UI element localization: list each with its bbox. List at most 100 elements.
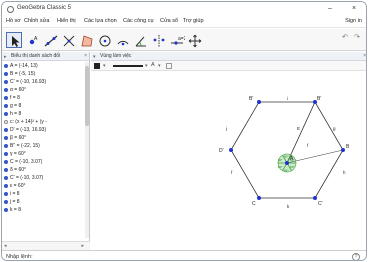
algebra-row[interactable]: γ = 60°: [2, 150, 86, 158]
visibility-toggle-icon[interactable]: [4, 104, 8, 108]
algebra-row[interactable]: h = 8: [2, 110, 86, 118]
graphics-panel-title: Vùng làm việc: [100, 53, 132, 59]
vertex-point: [313, 196, 317, 200]
visibility-toggle-icon[interactable]: [4, 80, 8, 84]
visibility-toggle-icon[interactable]: [4, 160, 8, 164]
edge-label: j: [225, 126, 227, 131]
algebra-row[interactable]: g = 8: [2, 102, 86, 110]
algebra-row[interactable]: C' = (-10, 3.07): [2, 174, 86, 182]
algebra-row-text: k = 8: [10, 207, 21, 213]
scroll-right-icon[interactable]: ▸: [81, 243, 84, 249]
algebra-row[interactable]: B = (-5, 15): [2, 70, 86, 78]
visibility-toggle-icon[interactable]: [4, 120, 8, 124]
close-panel-icon[interactable]: ×: [363, 53, 366, 59]
sign-in-link[interactable]: Sign in: [345, 18, 362, 24]
vertex-point: [257, 196, 261, 200]
inner-label: E: [297, 126, 300, 131]
visibility-toggle-icon[interactable]: [4, 176, 8, 180]
slider-tool-icon[interactable]: a=2: [168, 32, 185, 48]
algebra-panel-header: ▸ Biểu thị danh sách đối ×: [2, 52, 89, 61]
chevron-down-icon[interactable]: ▾: [103, 63, 106, 69]
algebra-row-text: C' = (-10, 3.07): [10, 175, 44, 181]
algebra-row-text: C = (-10, 3.07): [10, 159, 43, 165]
visibility-toggle-icon[interactable]: [4, 64, 8, 68]
menu-options[interactable]: Các lựa chọn: [84, 18, 117, 24]
chevron-down-icon[interactable]: ▾: [158, 63, 161, 69]
move-graphics-tool-icon[interactable]: [186, 32, 202, 48]
reflect-tool-icon[interactable]: [150, 32, 166, 48]
algebra-row[interactable]: c: (x + 14)² + (y -: [2, 118, 86, 126]
algebra-row[interactable]: i = 8: [2, 190, 86, 198]
algebra-row-text: A = (-14, 13): [10, 63, 38, 69]
algebra-row-text: ε = 60°: [10, 183, 26, 189]
command-input[interactable]: [29, 253, 339, 260]
undo-icon[interactable]: ↶: [342, 33, 348, 41]
visibility-toggle-icon[interactable]: [4, 208, 8, 212]
visibility-toggle-icon[interactable]: [4, 112, 8, 116]
visibility-toggle-icon[interactable]: [4, 96, 8, 100]
algebra-scrollbar[interactable]: [85, 62, 89, 238]
algebra-row[interactable]: α = 60°: [2, 86, 86, 94]
visibility-toggle-icon[interactable]: [4, 144, 8, 148]
close-button[interactable]: ×: [348, 4, 360, 14]
algebra-row[interactable]: B'' = (-22, 15): [2, 142, 86, 150]
algebra-row[interactable]: C = (-10, 3.07): [2, 158, 86, 166]
geogebra-logo-icon: [7, 6, 14, 13]
label-style-button[interactable]: A: [151, 62, 155, 68]
algebra-row[interactable]: C' = (-10, 16.93): [2, 78, 86, 86]
scroll-left-icon[interactable]: ◂: [4, 243, 7, 249]
perpendicular-tool-icon[interactable]: [60, 32, 76, 48]
edge-label: h: [343, 170, 346, 175]
algebra-row[interactable]: ε = 60°: [2, 182, 86, 190]
visibility-toggle-icon[interactable]: [4, 168, 8, 172]
angle-tool-icon[interactable]: [132, 32, 148, 48]
collapse-arrow-icon[interactable]: ▾: [93, 54, 96, 60]
help-icon[interactable]: ?: [352, 253, 360, 260]
algebra-row[interactable]: j = 8: [2, 198, 86, 206]
visibility-toggle-icon[interactable]: [4, 192, 8, 196]
fix-object-icon[interactable]: [166, 63, 172, 69]
menu-file[interactable]: Hồ sơ: [6, 18, 21, 24]
visibility-toggle-icon[interactable]: [4, 200, 8, 204]
menu-window[interactable]: Cửa sổ: [160, 18, 178, 24]
visibility-toggle-icon[interactable]: [4, 184, 8, 188]
menu-tools[interactable]: Các công cụ: [123, 18, 154, 24]
chevron-down-icon[interactable]: ▾: [145, 63, 148, 69]
point-tool-icon[interactable]: A: [24, 32, 40, 48]
circle-tool-icon[interactable]: [96, 32, 112, 48]
move-tool-icon[interactable]: [6, 32, 22, 48]
algebra-row-text: C' = (-10, 16.93): [10, 79, 47, 85]
visibility-toggle-icon[interactable]: [4, 128, 8, 132]
visibility-toggle-icon[interactable]: [4, 136, 8, 140]
visibility-toggle-icon[interactable]: [4, 88, 8, 92]
algebra-row[interactable]: δ = 60°: [2, 166, 86, 174]
vertex-label: B': [249, 96, 253, 102]
close-panel-icon[interactable]: ×: [84, 53, 87, 59]
algebra-row[interactable]: A = (-14, 13): [2, 62, 86, 70]
line-tool-icon[interactable]: [42, 32, 58, 48]
line-style-icon[interactable]: [113, 65, 143, 67]
geogebra-window: GeoGebra Classic 5 – × Hồ sơ Chỉnh sửa H…: [1, 1, 367, 261]
vertex-label: B: [346, 144, 350, 150]
redo-icon[interactable]: ↷: [354, 33, 360, 41]
algebra-row-text: α = 60°: [10, 87, 27, 93]
menu-help[interactable]: Trợ giúp: [183, 18, 204, 24]
algebra-horizontal-scrollbar[interactable]: ◂ ▸: [2, 241, 90, 250]
menu-view[interactable]: Hiển thị: [57, 18, 76, 24]
circle-arc-tool-icon[interactable]: [114, 32, 130, 48]
collapse-arrow-icon[interactable]: ▸: [4, 54, 7, 60]
polygon-tool-icon[interactable]: [78, 32, 94, 48]
color-swatch-icon[interactable]: [94, 63, 100, 69]
algebra-row[interactable]: f = 8: [2, 94, 86, 102]
visibility-toggle-icon[interactable]: [4, 72, 8, 76]
visibility-toggle-icon[interactable]: [4, 152, 8, 156]
menu-edit[interactable]: Chỉnh sửa: [24, 18, 49, 24]
graphics-panel-header: ▾ Vùng làm việc ×: [91, 52, 366, 61]
algebra-row[interactable]: β = 60°: [2, 134, 86, 142]
minimize-button[interactable]: –: [324, 4, 336, 14]
graphics-canvas[interactable]: 60° 60° 60° 60° 60° 60° Ai j g f h k Ef B' B' B C' C D': [91, 72, 366, 250]
algebra-row[interactable]: D' = (-13, 16.93): [2, 126, 86, 134]
angle-label: 60°: [290, 165, 295, 169]
vertex-label: C: [252, 201, 256, 207]
algebra-row[interactable]: k = 8: [2, 206, 86, 214]
